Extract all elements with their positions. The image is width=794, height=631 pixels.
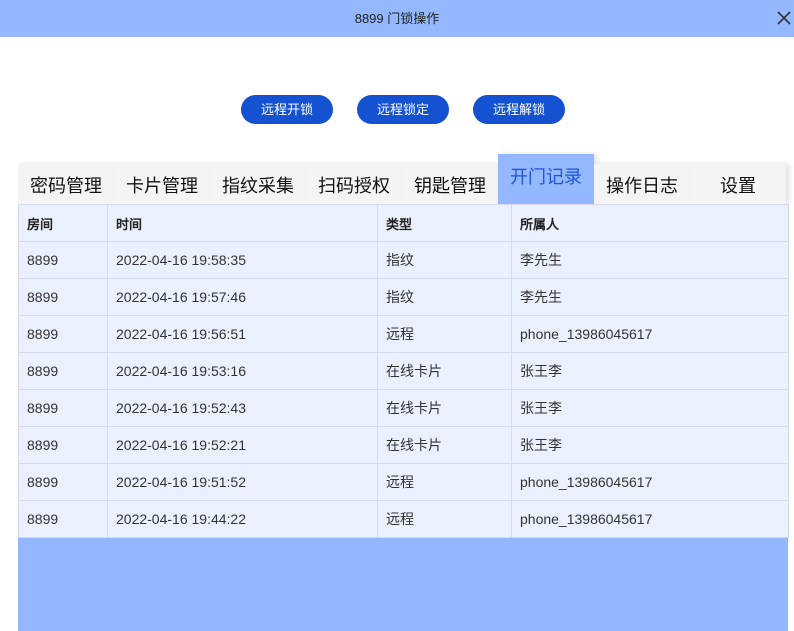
cell-type: 远程	[377, 315, 512, 353]
close-icon[interactable]	[776, 10, 792, 26]
remote-open-button[interactable]: 远程开锁	[241, 95, 333, 124]
cell-room: 8899	[18, 463, 108, 501]
cell-type: 远程	[377, 463, 512, 501]
table-row[interactable]: 8899 2022-04-16 19:57:46 指纹 李先生	[18, 278, 789, 316]
remote-unlock-button[interactable]: 远程解锁	[473, 95, 565, 124]
tab-open-records[interactable]: 开门记录	[498, 154, 594, 204]
window-title: 8899 门锁操作	[354, 11, 440, 26]
cell-owner: 张王李	[511, 426, 789, 464]
cell-owner: 李先生	[511, 241, 789, 279]
table-row[interactable]: 8899 2022-04-16 19:52:21 在线卡片 张王李	[18, 426, 789, 464]
title-bar: 8899 门锁操作	[0, 0, 794, 37]
header-type: 类型	[377, 204, 512, 242]
cell-type: 远程	[377, 500, 512, 538]
cell-time: 2022-04-16 19:56:51	[107, 315, 378, 353]
cell-time: 2022-04-16 19:57:46	[107, 278, 378, 316]
cell-owner: phone_13986045617	[511, 315, 789, 353]
cell-room: 8899	[18, 389, 108, 427]
cell-room: 8899	[18, 278, 108, 316]
cell-type: 指纹	[377, 278, 512, 316]
remote-lock-button[interactable]: 远程锁定	[357, 95, 449, 124]
cell-time: 2022-04-16 19:51:52	[107, 463, 378, 501]
cell-owner: 张王李	[511, 352, 789, 390]
records-table: 房间 时间 类型 所属人 8899 2022-04-16 19:58:35 指纹…	[18, 204, 789, 538]
cell-owner: phone_13986045617	[511, 463, 789, 501]
table-row[interactable]: 8899 2022-04-16 19:44:22 远程 phone_139860…	[18, 500, 789, 538]
cell-owner: 张王李	[511, 389, 789, 427]
cell-owner: phone_13986045617	[511, 500, 789, 538]
cell-time: 2022-04-16 19:44:22	[107, 500, 378, 538]
header-owner: 所属人	[511, 204, 789, 242]
table-row[interactable]: 8899 2022-04-16 19:58:35 指纹 李先生	[18, 241, 789, 279]
cell-room: 8899	[18, 241, 108, 279]
cell-time: 2022-04-16 19:52:43	[107, 389, 378, 427]
table-row[interactable]: 8899 2022-04-16 19:53:16 在线卡片 张王李	[18, 352, 789, 390]
tab-card[interactable]: 卡片管理	[114, 164, 210, 205]
cell-time: 2022-04-16 19:53:16	[107, 352, 378, 390]
cell-type: 指纹	[377, 241, 512, 279]
tab-settings[interactable]: 设置	[690, 164, 786, 205]
tab-password[interactable]: 密码管理	[18, 164, 114, 205]
cell-type: 在线卡片	[377, 389, 512, 427]
table-row[interactable]: 8899 2022-04-16 19:51:52 远程 phone_139860…	[18, 463, 789, 501]
cell-room: 8899	[18, 315, 108, 353]
cell-owner: 李先生	[511, 278, 789, 316]
table-header-row: 房间 时间 类型 所属人	[18, 204, 789, 242]
cell-time: 2022-04-16 19:52:21	[107, 426, 378, 464]
records-table-panel: 房间 时间 类型 所属人 8899 2022-04-16 19:58:35 指纹…	[18, 204, 789, 631]
table-row[interactable]: 8899 2022-04-16 19:52:43 在线卡片 张王李	[18, 389, 789, 427]
cell-type: 在线卡片	[377, 352, 512, 390]
tab-key[interactable]: 钥匙管理	[402, 164, 498, 205]
cell-time: 2022-04-16 19:58:35	[107, 241, 378, 279]
header-room: 房间	[18, 204, 108, 242]
tab-operation-log[interactable]: 操作日志	[594, 164, 690, 205]
tab-qr-auth[interactable]: 扫码授权	[306, 164, 402, 205]
cell-type: 在线卡片	[377, 426, 512, 464]
cell-room: 8899	[18, 352, 108, 390]
header-time: 时间	[107, 204, 378, 242]
table-row[interactable]: 8899 2022-04-16 19:56:51 远程 phone_139860…	[18, 315, 789, 353]
cell-room: 8899	[18, 426, 108, 464]
tab-fingerprint[interactable]: 指纹采集	[210, 164, 306, 205]
cell-room: 8899	[18, 500, 108, 538]
